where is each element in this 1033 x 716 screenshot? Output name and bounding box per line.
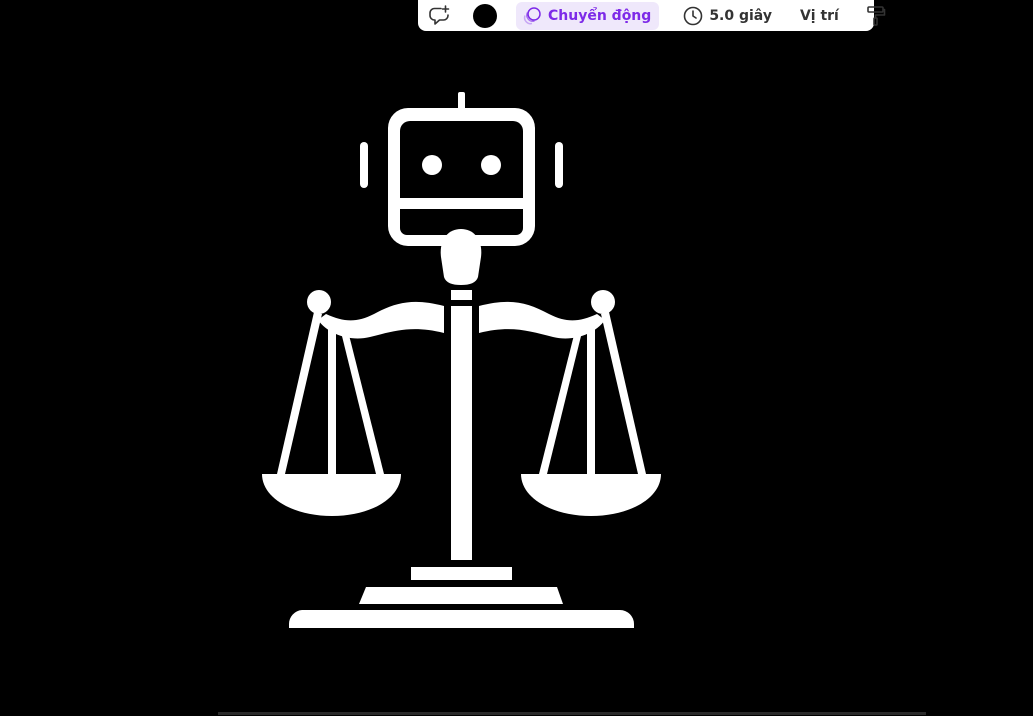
- chain-left-outer: [277, 312, 322, 474]
- beam-left: [318, 301, 444, 339]
- chain-right-middle: [587, 320, 595, 474]
- scale-collar: [451, 290, 472, 300]
- robot-ear-right: [555, 142, 563, 188]
- beam-end-right: [591, 290, 615, 314]
- chain-right-outer: [601, 312, 646, 474]
- base-middle: [359, 587, 563, 604]
- robot-eye-left: [422, 155, 442, 175]
- beam-right: [479, 301, 605, 339]
- robot-justice-scale-graphic[interactable]: [0, 0, 1033, 716]
- design-canvas: Chuyển động 5.0 giây Vị trí: [0, 0, 1033, 716]
- base-top: [411, 567, 512, 580]
- robot-ear-left: [360, 142, 368, 188]
- scale-knob: [440, 229, 482, 285]
- pan-left: [262, 474, 401, 516]
- robot-head: [388, 108, 535, 246]
- chain-right-inner: [539, 331, 582, 474]
- base-bottom: [288, 610, 634, 628]
- robot-eye-right: [481, 155, 501, 175]
- chain-left-inner: [341, 331, 384, 474]
- timeline-divider: [218, 712, 926, 715]
- pan-right: [521, 474, 661, 516]
- chain-left-middle: [328, 320, 336, 474]
- beam-end-left: [307, 290, 331, 314]
- scale-pole: [451, 306, 472, 560]
